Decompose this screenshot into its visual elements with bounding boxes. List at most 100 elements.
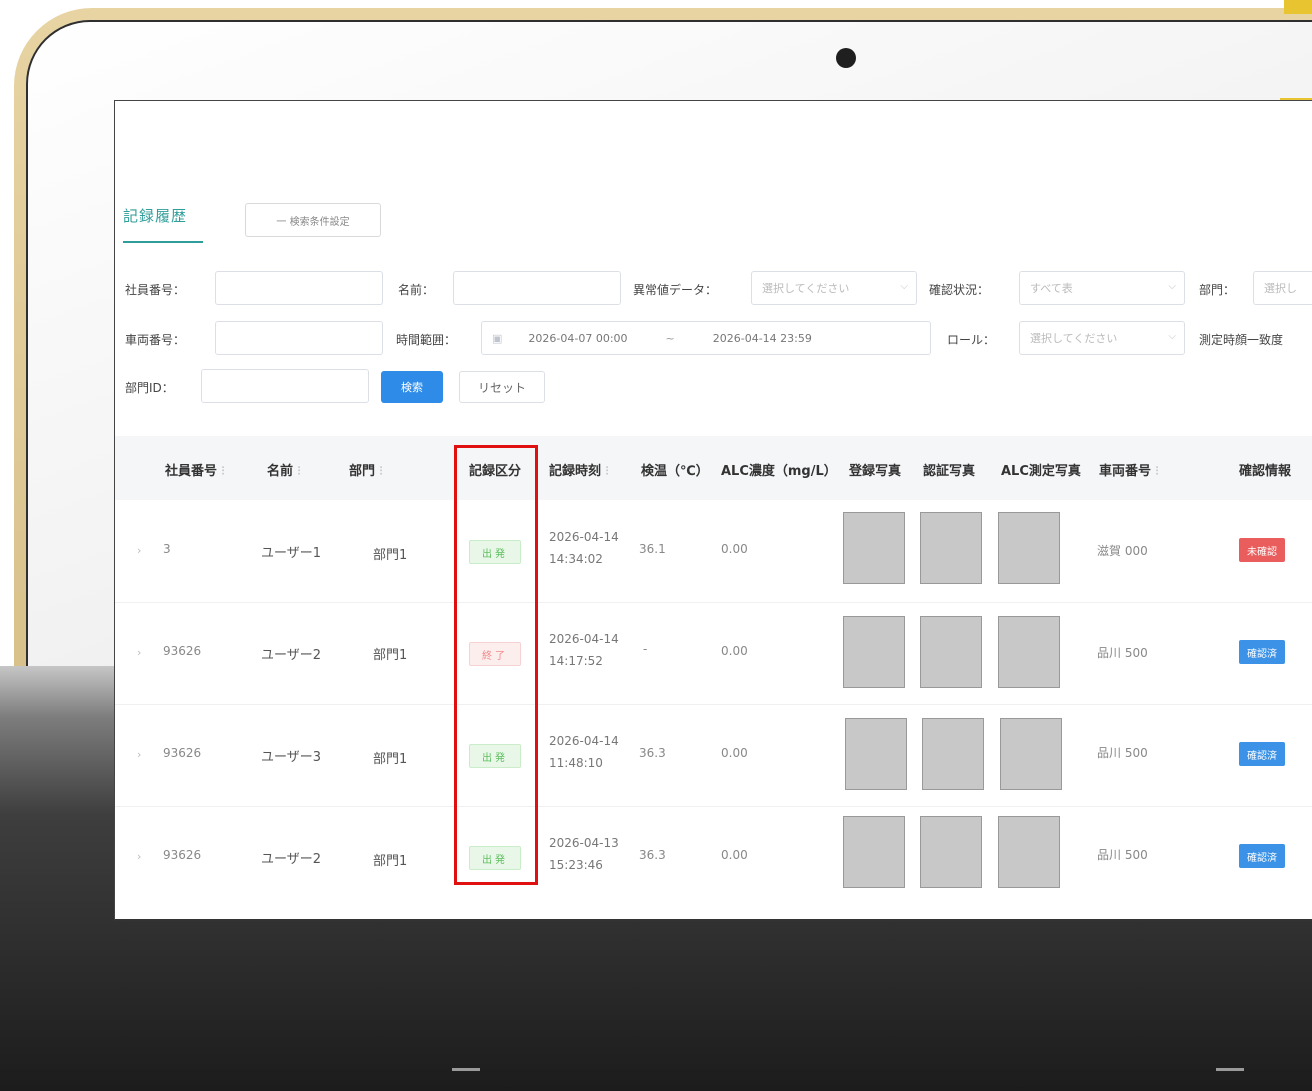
status-badge[interactable]: 確認済 <box>1239 742 1285 766</box>
app-screen: 記録履歴 一 検索条件設定 社員番号： 名前： 異常値データ： 選択してください… <box>114 100 1312 921</box>
col-employee-no[interactable]: 社員番号 ⁝ <box>165 460 225 479</box>
vehicle-no: 品川 500 <box>1097 848 1148 862</box>
confirm-status-select[interactable]: すべて表 ⌵ <box>1019 271 1185 305</box>
table-row[interactable]: › 3 ユーザー1 部門1 出発 2026-04-14 14:34:02 36.1… <box>115 500 1312 603</box>
auth-photo[interactable] <box>922 718 984 790</box>
col-record-time[interactable]: 記録時刻 ⁝ <box>549 460 609 479</box>
corner-accent <box>1284 0 1312 14</box>
status-badge[interactable]: 確認済 <box>1239 844 1285 868</box>
alc-value: 0.00 <box>721 644 748 658</box>
abnormal-placeholder: 選択してください <box>762 282 850 295</box>
auth-photo[interactable] <box>920 616 982 688</box>
col-vehicle-no[interactable]: 車両番号 ⁝ <box>1099 460 1159 479</box>
record-datetime: 2026-04-14 11:48:10 <box>549 730 619 774</box>
vehicle-no: 品川 500 <box>1097 746 1148 760</box>
dept-placeholder: 選択し <box>1264 282 1297 295</box>
record-time: 11:48:10 <box>549 756 603 770</box>
match-label: 測定時顔一致度 <box>1199 333 1284 347</box>
registration-photo[interactable] <box>843 512 905 584</box>
record-date: 2026-04-14 <box>549 530 619 544</box>
alc-value: 0.00 <box>721 746 748 760</box>
temperature-value: 36.1 <box>639 542 666 556</box>
auth-photo[interactable] <box>920 816 982 888</box>
dept-id-input[interactable] <box>201 369 369 403</box>
record-datetime: 2026-04-14 14:34:02 <box>549 526 619 570</box>
alc-value: 0.00 <box>721 542 748 556</box>
role-select[interactable]: 選択してください ⌵ <box>1019 321 1185 355</box>
record-datetime: 2026-04-14 14:17:52 <box>549 628 619 672</box>
time-start: 2026-04-07 00:00 <box>528 331 628 345</box>
confirm-status-label: 確認状況： <box>929 283 990 297</box>
search-condition-button[interactable]: 一 検索条件設定 <box>245 203 381 237</box>
col-name[interactable]: 名前 ⁝ <box>267 460 301 479</box>
tab-record-history[interactable]: 記録履歴 <box>123 205 203 243</box>
auth-photo[interactable] <box>920 512 982 584</box>
record-time: 14:17:52 <box>549 654 603 668</box>
chevron-right-icon[interactable]: › <box>137 748 141 761</box>
sort-icon: ⁝ <box>1155 464 1160 479</box>
alc-photo[interactable] <box>998 616 1060 688</box>
vehicle-no: 品川 500 <box>1097 646 1148 660</box>
vehicle-no-label: 車両番号： <box>125 333 186 347</box>
webcam <box>836 48 856 68</box>
status-badge[interactable]: 確認済 <box>1239 640 1285 664</box>
col-confirm-info: 確認情報 <box>1239 464 1292 479</box>
status-badge[interactable]: 未確認 <box>1239 538 1285 562</box>
role-label: ロール： <box>947 333 996 347</box>
col-dept[interactable]: 部門 ⁝ <box>349 460 383 479</box>
employee-no: 93626 <box>163 746 202 760</box>
laptop-foot-right <box>1216 1068 1244 1071</box>
record-type-highlight-box <box>454 445 538 885</box>
employee-no: 93626 <box>163 848 202 862</box>
dept-select[interactable]: 選択し <box>1253 271 1312 305</box>
col-reg-photo: 登録写真 <box>849 464 902 479</box>
record-date: 2026-04-14 <box>549 632 619 646</box>
registration-photo[interactable] <box>845 718 907 790</box>
search-button[interactable]: 検索 <box>381 371 443 403</box>
record-time: 15:23:46 <box>549 858 603 872</box>
alc-value: 0.00 <box>721 848 748 862</box>
employee-no-input[interactable] <box>215 271 383 305</box>
record-date: 2026-04-14 <box>549 734 619 748</box>
sort-icon: ⁝ <box>297 464 302 479</box>
table-row[interactable]: › 93626 ユーザー2 部門1 出発 2026-04-13 15:23:46 … <box>115 806 1312 908</box>
temperature-value: - <box>643 642 648 656</box>
table-header: 社員番号 ⁝ 名前 ⁝ 部門 ⁝ 記録区分 記録時刻 ⁝ 検温（℃） ALC濃度（mg/… <box>115 436 1312 500</box>
vehicle-no: 滋賀 000 <box>1097 544 1148 558</box>
name-input[interactable] <box>453 271 621 305</box>
time-range-picker[interactable]: ▣ 2026-04-07 00:00 ~ 2026-04-14 23:59 <box>481 321 931 355</box>
dept-name: 部門1 <box>373 648 408 663</box>
dept-name: 部門1 <box>373 548 408 563</box>
alc-photo[interactable] <box>1000 718 1062 790</box>
record-date: 2026-04-13 <box>549 836 619 850</box>
chevron-right-icon[interactable]: › <box>137 850 141 863</box>
role-placeholder: 選択してください <box>1030 332 1118 345</box>
reset-button[interactable]: リセット <box>459 371 545 403</box>
chevron-right-icon[interactable]: › <box>137 646 141 659</box>
abnormal-select[interactable]: 選択してください ⌵ <box>751 271 917 305</box>
registration-photo[interactable] <box>843 616 905 688</box>
laptop-foot-left <box>452 1068 480 1071</box>
record-datetime: 2026-04-13 15:23:46 <box>549 832 619 876</box>
chevron-down-icon: ⌵ <box>1168 281 1176 292</box>
abnormal-label: 異常値データ： <box>633 283 718 297</box>
chevron-down-icon: ⌵ <box>900 281 908 292</box>
alc-photo[interactable] <box>998 512 1060 584</box>
user-name: ユーザー3 <box>261 750 322 765</box>
col-auth-photo: 認証写真 <box>923 464 976 479</box>
chevron-right-icon[interactable]: › <box>137 544 141 557</box>
sort-icon: ⁝ <box>379 464 384 479</box>
registration-photo[interactable] <box>843 816 905 888</box>
user-name: ユーザー1 <box>261 546 322 561</box>
sort-icon: ⁝ <box>221 464 226 479</box>
table-row[interactable]: › 93626 ユーザー2 部門1 終了 2026-04-14 14:17:52 … <box>115 602 1312 705</box>
dept-name: 部門1 <box>373 854 408 869</box>
alc-photo[interactable] <box>998 816 1060 888</box>
dept-name: 部門1 <box>373 752 408 767</box>
vehicle-no-input[interactable] <box>215 321 383 355</box>
col-temperature: 検温（℃） <box>641 464 709 479</box>
chevron-down-icon: ⌵ <box>1168 331 1176 342</box>
employee-no-label: 社員番号： <box>125 283 186 297</box>
name-label: 名前： <box>398 283 435 297</box>
table-row[interactable]: › 93626 ユーザー3 部門1 出発 2026-04-14 11:48:10 … <box>115 704 1312 807</box>
